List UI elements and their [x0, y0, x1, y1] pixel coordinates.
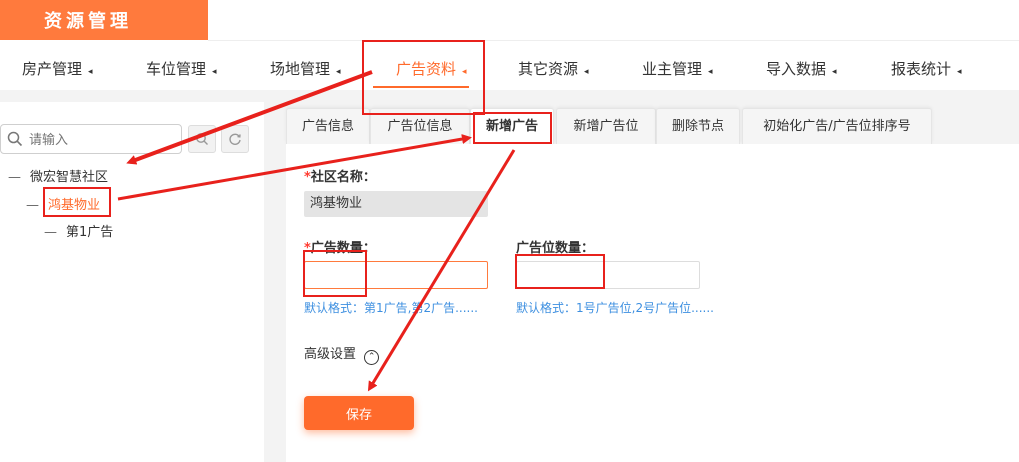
caret-left-icon: ◂ [336, 67, 341, 77]
tree-leaf-icon: — [44, 225, 57, 240]
tree-collapse-icon[interactable]: — [26, 198, 48, 213]
tree-node-root[interactable]: — 微宏智慧社区 [8, 166, 108, 185]
nav-item-label: 车位管理 [146, 60, 207, 78]
magnifier-icon [196, 133, 208, 145]
tab-init-sort[interactable]: 初始化广告/广告位排序号 [742, 108, 932, 144]
tab-delete-node[interactable]: 删除节点 [656, 108, 740, 144]
nav-item-other-resources[interactable]: 其它资源 ◂ [518, 48, 589, 90]
community-name-field: 鸿基物业 [304, 191, 488, 217]
nav-item-label: 场地管理 [270, 60, 331, 78]
search-icon [7, 131, 23, 151]
tree-panel [0, 102, 264, 462]
ad-count-input[interactable] [304, 261, 488, 289]
nav-item-owners[interactable]: 业主管理 ◂ [642, 48, 713, 90]
slot-count-label: 广告位数量： [516, 241, 595, 256]
ad-count-label: *广告数量： [304, 237, 376, 256]
slot-count-input[interactable] [516, 261, 700, 289]
nav-item-house[interactable]: 房产管理 ◂ [22, 48, 93, 90]
caret-left-icon: ◂ [88, 67, 93, 77]
app-title: 资源管理 [0, 0, 208, 40]
community-label-text: 社区名称： [310, 170, 376, 185]
tree-node-label: 微宏智慧社区 [30, 170, 109, 185]
tree-search-input[interactable] [27, 130, 181, 150]
nav-item-label: 广告资料 [396, 60, 457, 78]
refresh-button[interactable] [221, 125, 249, 153]
nav-item-label: 其它资源 [518, 60, 579, 78]
community-label: *社区名称： [304, 166, 376, 185]
tab-new-ad-slot[interactable]: 新增广告位 [556, 108, 656, 144]
slot-count-hint: 默认格式：1号广告位,2号广告位...... [516, 301, 714, 315]
tree-collapse-icon[interactable]: — [8, 170, 30, 185]
caret-left-icon: ◂ [708, 67, 713, 77]
tree-search-box[interactable] [0, 124, 182, 154]
nav-item-venue[interactable]: 场地管理 ◂ [270, 48, 341, 90]
nav-item-import[interactable]: 导入数据 ◂ [766, 48, 837, 90]
tree-node-label: 鸿基物业 [48, 198, 101, 213]
caret-left-icon: ◂ [462, 67, 467, 77]
save-button[interactable]: 保存 [304, 396, 414, 430]
caret-left-icon: ◂ [584, 67, 589, 77]
tab-new-ad[interactable]: 新增广告 [470, 108, 554, 144]
ad-count-label-text: 广告数量： [310, 241, 376, 256]
nav-item-label: 房产管理 [22, 60, 83, 78]
search-button[interactable] [188, 125, 216, 153]
advanced-settings-label: 高级设置 [304, 347, 357, 362]
tree-node-child[interactable]: — 鸿基物业 [26, 194, 100, 213]
nav-item-label: 报表统计 [891, 60, 952, 78]
tab-ad-info[interactable]: 广告信息 [286, 108, 370, 144]
nav-item-parking[interactable]: 车位管理 ◂ [146, 48, 217, 90]
advanced-settings-toggle[interactable]: 高级设置 ⌃ [304, 343, 380, 365]
caret-left-icon: ◂ [212, 67, 217, 77]
tree-node-label: 第1广告 [66, 225, 114, 240]
nav-active-underline [373, 86, 469, 88]
required-mark: * [304, 241, 311, 256]
tree-node-leaf[interactable]: — 第1广告 [44, 221, 113, 240]
ad-count-hint: 默认格式：第1广告,第2广告...... [304, 301, 478, 315]
nav-item-reports[interactable]: 报表统计 ◂ [891, 48, 962, 90]
nav-item-label: 业主管理 [642, 60, 703, 78]
caret-left-icon: ◂ [957, 67, 962, 77]
header-divider [208, 40, 1019, 41]
caret-left-icon: ◂ [832, 67, 837, 77]
tab-ad-slot-info[interactable]: 广告位信息 [370, 108, 470, 144]
refresh-icon [229, 133, 241, 145]
nav-item-label: 导入数据 [766, 60, 827, 78]
required-mark: * [304, 170, 311, 185]
main-nav: 房产管理 ◂ 车位管理 ◂ 场地管理 ◂ 广告资料 ◂ 其它资源 ◂ 业主管理 ◂ 导入数据… [0, 48, 1019, 90]
nav-item-ads[interactable]: 广告资料 ◂ [396, 48, 467, 90]
chevron-up-icon: ⌃ [364, 350, 380, 365]
